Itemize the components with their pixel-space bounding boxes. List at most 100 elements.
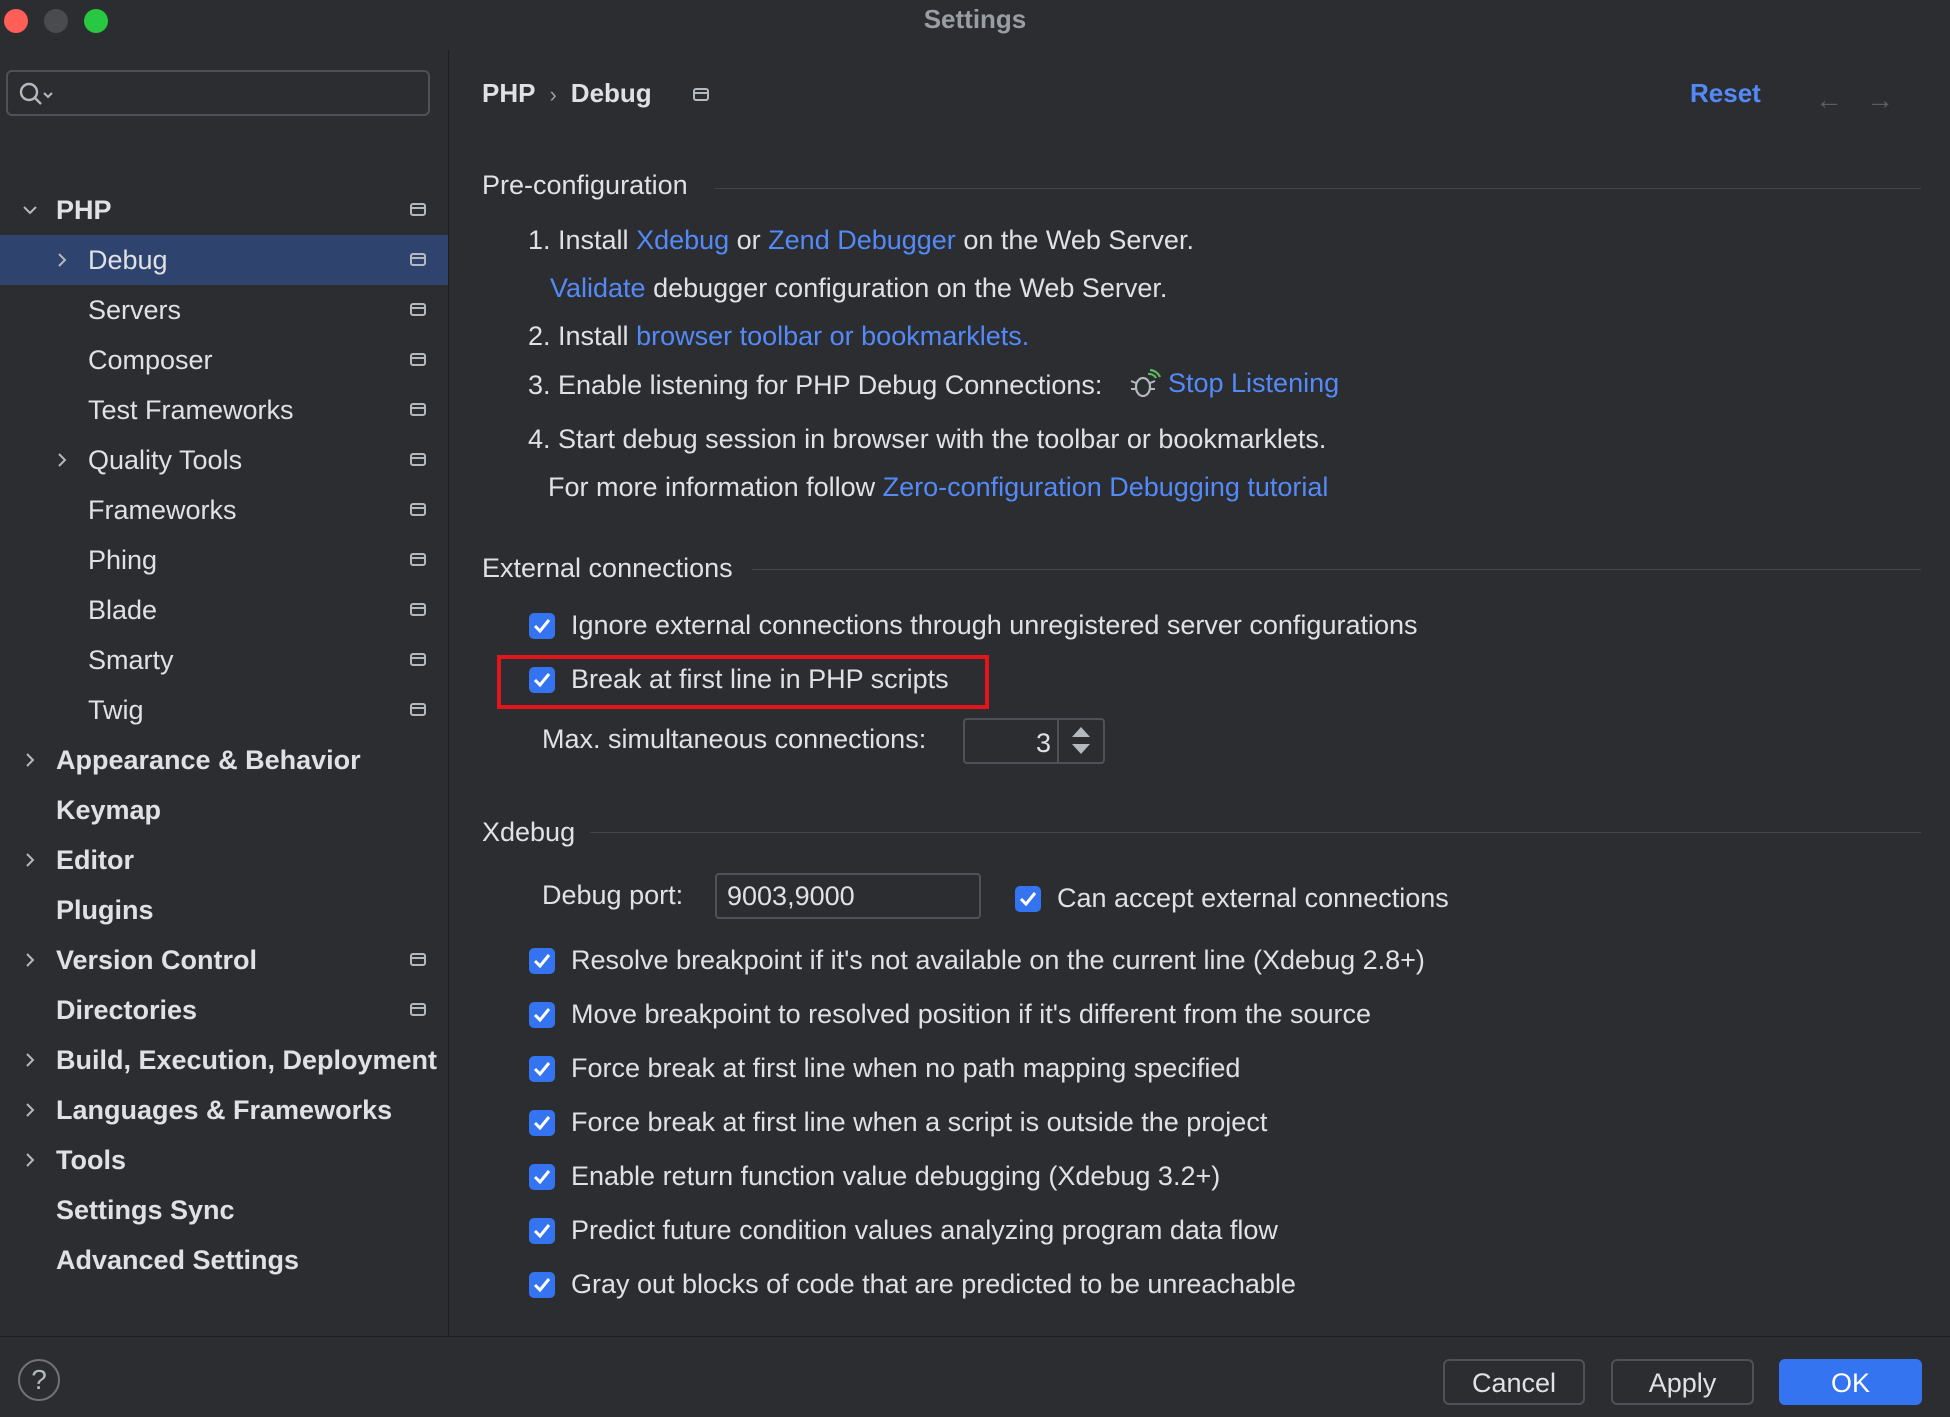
checkmark-icon [533, 1115, 551, 1130]
xdebug-option-checkbox[interactable]: Move breakpoint to resolved position if … [529, 999, 1371, 1030]
section-divider [590, 832, 1921, 833]
stepper-down-icon[interactable] [1072, 744, 1090, 754]
breadcrumb-php[interactable]: PHP [482, 78, 535, 108]
checkmark-icon [533, 1061, 551, 1076]
preconfig-step-2: 2. Install browser toolbar or bookmarkle… [528, 321, 1030, 351]
xdebug-option-checkbox[interactable]: Predict future condition values analyzin… [529, 1215, 1278, 1246]
sidebar-item-label: Test Frameworks [88, 395, 294, 425]
sidebar-item[interactable]: Version Control [0, 935, 448, 985]
stop-listening-link[interactable]: Stop Listening [1168, 368, 1339, 399]
cancel-button[interactable]: Cancel [1443, 1359, 1585, 1405]
preconfig-more-info: For more information follow Zero-configu… [548, 472, 1329, 502]
forward-arrow-icon[interactable]: → [1866, 84, 1894, 116]
ignore-external-connections-checkbox[interactable]: Ignore external connections through unre… [529, 610, 1418, 641]
max-connections-value[interactable]: 3 [1036, 728, 1051, 759]
validate-link[interactable]: Validate [550, 273, 646, 303]
sidebar-item[interactable]: PHP [0, 185, 448, 235]
dialog-footer: ? Cancel Apply OK [0, 1336, 1950, 1417]
sidebar-item[interactable]: Build, Execution, Deployment [0, 1035, 448, 1085]
sidebar-item[interactable]: Directories [0, 985, 448, 1035]
back-arrow-icon[interactable]: ← [1815, 84, 1843, 116]
xdebug-link[interactable]: Xdebug [636, 225, 729, 255]
reset-link[interactable]: Reset [1690, 78, 1761, 109]
search-icon [19, 82, 53, 105]
checkbox-checked[interactable] [1015, 885, 1041, 912]
checkbox-checked[interactable] [529, 1109, 555, 1136]
checkbox-checked[interactable] [529, 1055, 555, 1082]
help-button[interactable]: ? [18, 1359, 60, 1401]
zend-debugger-link[interactable]: Zend Debugger [768, 225, 956, 255]
project-level-icon [410, 403, 426, 416]
search-field[interactable] [6, 70, 430, 116]
project-level-icon [410, 303, 426, 316]
chevron-down-icon[interactable] [20, 200, 40, 220]
max-connections-stepper[interactable]: 3 [963, 718, 1105, 764]
chevron-right-icon[interactable] [20, 750, 40, 770]
settings-sidebar: PHP Debug Servers Composer Test Frameworks Qu… [0, 50, 449, 1336]
checkbox-checked[interactable] [529, 1163, 555, 1190]
sidebar-item[interactable]: Composer [0, 335, 448, 385]
sidebar-item-label: Keymap [56, 795, 162, 825]
sidebar-item[interactable]: Advanced Settings [0, 1235, 448, 1285]
sidebar-item-label: Advanced Settings [56, 1245, 300, 1275]
sidebar-item[interactable]: Test Frameworks [0, 385, 448, 435]
chevron-right-icon[interactable] [52, 450, 72, 470]
sidebar-item[interactable]: Languages & Frameworks [0, 1085, 448, 1135]
sidebar-item-label: Quality Tools [88, 445, 243, 475]
checkbox-checked[interactable] [529, 1001, 555, 1028]
checkbox-checked[interactable] [529, 1217, 555, 1244]
sidebar-item-label: Appearance & Behavior [56, 745, 361, 775]
sidebar-item[interactable]: Smarty [0, 635, 448, 685]
zero-config-tutorial-link[interactable]: Zero-configuration Debugging tutorial [883, 472, 1329, 502]
sidebar-item[interactable]: Quality Tools [0, 435, 448, 485]
sidebar-item[interactable]: Debug [0, 235, 448, 285]
xdebug-option-checkbox[interactable]: Enable return function value debugging (… [529, 1161, 1220, 1192]
sidebar-item[interactable]: Plugins [0, 885, 448, 935]
sidebar-item[interactable]: Editor [0, 835, 448, 885]
sidebar-item[interactable]: Settings Sync [0, 1185, 448, 1235]
sidebar-item-label: Settings Sync [56, 1195, 235, 1225]
sidebar-item-label: Blade [88, 595, 158, 625]
checkbox-checked[interactable] [529, 666, 555, 693]
sidebar-item[interactable]: Phing [0, 535, 448, 585]
xdebug-option-label: Predict future condition values analyzin… [571, 1215, 1278, 1245]
sidebar-item-label: PHP [56, 195, 112, 225]
checkbox-checked[interactable] [529, 947, 555, 974]
ok-button[interactable]: OK [1779, 1359, 1922, 1405]
debug-listening-icon[interactable] [1128, 368, 1162, 402]
xdebug-option-checkbox[interactable]: Force break at first line when no path m… [529, 1053, 1240, 1084]
sidebar-item[interactable]: Tools [0, 1135, 448, 1185]
checkmark-icon [533, 953, 551, 968]
break-at-first-line-checkbox[interactable]: Break at first line in PHP scripts [529, 664, 949, 695]
chevron-right-icon[interactable] [20, 1050, 40, 1070]
sidebar-item[interactable]: Appearance & Behavior [0, 735, 448, 785]
can-accept-external-connections-checkbox[interactable]: Can accept external connections [1015, 883, 1449, 914]
xdebug-option-checkbox[interactable]: Force break at first line when a script … [529, 1107, 1267, 1138]
chevron-right-icon[interactable] [20, 1150, 40, 1170]
xdebug-option-checkbox[interactable]: Resolve breakpoint if it's not available… [529, 945, 1425, 976]
browser-toolbar-link[interactable]: browser toolbar or bookmarklets. [636, 321, 1029, 351]
sidebar-item[interactable]: Servers [0, 285, 448, 335]
checkbox-checked[interactable] [529, 612, 555, 639]
chevron-right-icon[interactable] [52, 250, 72, 270]
chevron-right-icon[interactable] [20, 1100, 40, 1120]
chevron-right-icon[interactable] [20, 850, 40, 870]
xdebug-option-checkbox[interactable]: Gray out blocks of code that are predict… [529, 1269, 1296, 1300]
debug-port-input[interactable] [715, 873, 981, 919]
project-level-icon [410, 603, 426, 616]
sidebar-item[interactable]: Blade [0, 585, 448, 635]
stepper-up-icon[interactable] [1072, 727, 1090, 737]
xdebug-option-label: Resolve breakpoint if it's not available… [571, 945, 1425, 975]
chevron-right-icon[interactable] [20, 950, 40, 970]
stepper-arrows[interactable] [1057, 720, 1103, 762]
sidebar-item[interactable]: Keymap [0, 785, 448, 835]
debug-port-label: Debug port: [542, 880, 684, 910]
sidebar-item[interactable]: Twig [0, 685, 448, 735]
checkmark-icon [1019, 891, 1037, 906]
checkbox-checked[interactable] [529, 1271, 555, 1298]
apply-button[interactable]: Apply [1611, 1359, 1754, 1405]
title-bar: Settings [0, 0, 1950, 50]
project-level-icon [410, 203, 426, 216]
project-level-icon [410, 703, 426, 716]
sidebar-item[interactable]: Frameworks [0, 485, 448, 535]
